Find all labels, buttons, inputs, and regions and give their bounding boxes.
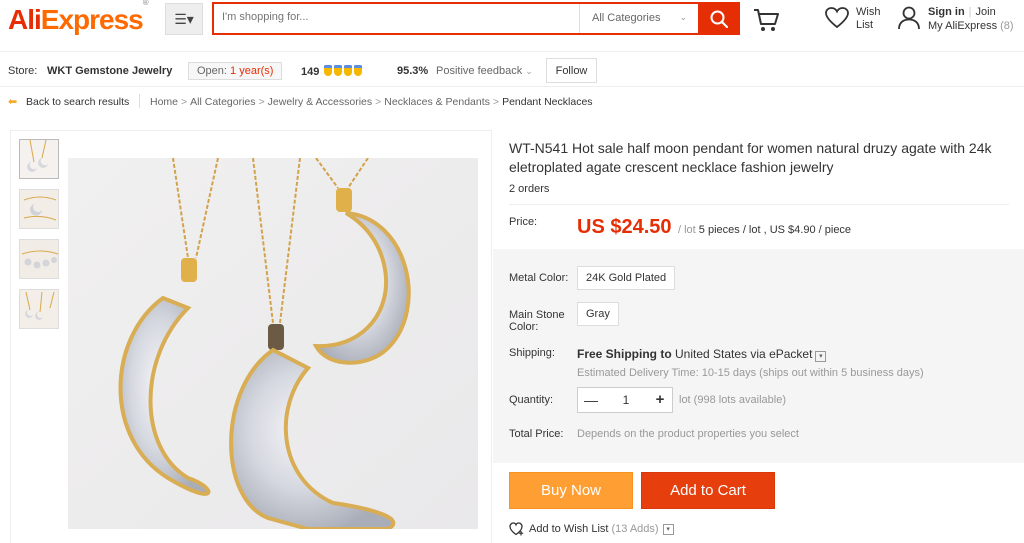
order-count: 2 orders [509, 183, 550, 195]
stone-color-option[interactable]: Gray [577, 302, 619, 326]
quantity-decrease-button[interactable]: — [578, 388, 604, 412]
sign-in-link[interactable]: Sign in [928, 6, 965, 18]
medal-icon [354, 65, 363, 76]
quantity-label: Quantity: [509, 394, 554, 406]
crumb-necklaces[interactable]: Necklaces & Pendants [384, 96, 490, 108]
search-input[interactable] [222, 11, 562, 23]
thumbnail-4[interactable] [19, 289, 59, 329]
medal-icon [334, 65, 343, 76]
search-button[interactable] [698, 2, 740, 35]
crumb-jewelry[interactable]: Jewelry & Accessories [268, 96, 372, 108]
store-score[interactable]: 149 [301, 65, 363, 78]
thumbnail-image [20, 290, 58, 328]
back-arrow-icon: ⬅ [8, 96, 18, 108]
thumbnail-1[interactable] [19, 139, 59, 179]
site-header: AliExpress® ☰▾ All Categories ⌄ Wish Lis… [0, 0, 1024, 52]
category-select[interactable]: All Categories ⌄ [579, 4, 695, 33]
search-bar: All Categories ⌄ [212, 2, 740, 35]
menu-icon: ☰▾ [174, 10, 194, 27]
chevron-down-icon: ⌄ [525, 66, 533, 76]
store-bar: Store: WKT Gemstone Jewelry Open: 1 year… [0, 57, 1024, 87]
add-to-wish-list-link[interactable]: Add to Wish List (13 Adds) ▾ [509, 522, 674, 536]
thumbnail-2[interactable] [19, 189, 59, 229]
chevron-down-icon: ⌄ [679, 12, 687, 22]
category-menu-button[interactable]: ☰▾ [165, 3, 203, 35]
availability-text: lot (998 lots available) [679, 394, 787, 406]
thumbnail-3[interactable] [19, 239, 59, 279]
add-to-cart-button[interactable]: Add to Cart [641, 472, 775, 509]
back-to-search-link[interactable]: Back to search results [26, 96, 129, 108]
thumbnail-image [20, 190, 58, 228]
thumbnail-image [20, 140, 58, 178]
medal-icon [344, 65, 353, 76]
chevron-down-icon: ▾ [815, 351, 827, 362]
search-icon [710, 10, 729, 28]
buy-now-button[interactable]: Buy Now [509, 472, 633, 509]
heart-plus-icon [509, 522, 524, 536]
main-product-image[interactable] [68, 158, 478, 529]
wish-list-link[interactable]: Wish List [824, 6, 880, 32]
cart-icon[interactable] [752, 6, 780, 34]
thumbnail-image [20, 240, 58, 278]
join-link[interactable]: Join [976, 6, 996, 18]
store-open-badge: Open: 1 year(s) [188, 62, 283, 80]
crumb-all-categories[interactable]: All Categories [190, 96, 255, 108]
divider [509, 204, 1009, 205]
aliexpress-logo[interactable]: AliExpress® [8, 0, 149, 36]
product-title: WT-N541 Hot sale half moon pendant for w… [509, 140, 992, 175]
follow-button[interactable]: Follow [546, 58, 597, 83]
store-label: Store: [8, 65, 38, 77]
account-menu[interactable]: Sign in | Join My AliExpress (8) [896, 5, 1014, 33]
heart-icon [825, 7, 849, 29]
shipping-info[interactable]: Free Shipping to United States via ePack… [577, 347, 827, 362]
crumb-pendant-necklaces[interactable]: Pendant Necklaces [502, 96, 592, 108]
main-stone-color-label: Main Stone Color: [509, 309, 565, 333]
divider [139, 94, 140, 108]
feedback-percent: 95.3% [397, 65, 429, 77]
metal-color-label: Metal Color: [509, 272, 569, 284]
price-unit: / lot 5 pieces / lot , US $4.90 / piece [678, 224, 852, 236]
product-gallery [10, 130, 492, 543]
price-value: US $24.50 [577, 216, 672, 238]
total-price-label: Total Price: [509, 428, 564, 440]
total-price-text: Depends on the product properties you se… [577, 428, 799, 440]
crumb-home[interactable]: Home [150, 96, 178, 108]
pendant-necklaces-image [68, 158, 478, 529]
quantity-increase-button[interactable]: + [648, 388, 672, 412]
metal-color-option[interactable]: 24K Gold Plated [577, 266, 676, 290]
chevron-down-icon[interactable]: ▾ [662, 523, 674, 535]
feedback-dropdown[interactable]: Positive feedback ⌄ [436, 65, 533, 77]
quantity-input[interactable]: 1 [604, 388, 648, 412]
delivery-estimate: Estimated Delivery Time: 10-15 days (shi… [577, 367, 924, 379]
price-label: Price: [509, 216, 538, 228]
my-aliexpress-link[interactable]: My AliExpress [928, 20, 997, 32]
store-name-link[interactable]: WKT Gemstone Jewelry [47, 65, 172, 77]
breadcrumb: ⬅ Back to search results Home > All Catego… [8, 94, 593, 108]
shipping-label: Shipping: [509, 347, 555, 359]
user-icon [898, 6, 920, 30]
medal-icon [324, 65, 333, 76]
quantity-stepper: — 1 + [577, 387, 673, 413]
